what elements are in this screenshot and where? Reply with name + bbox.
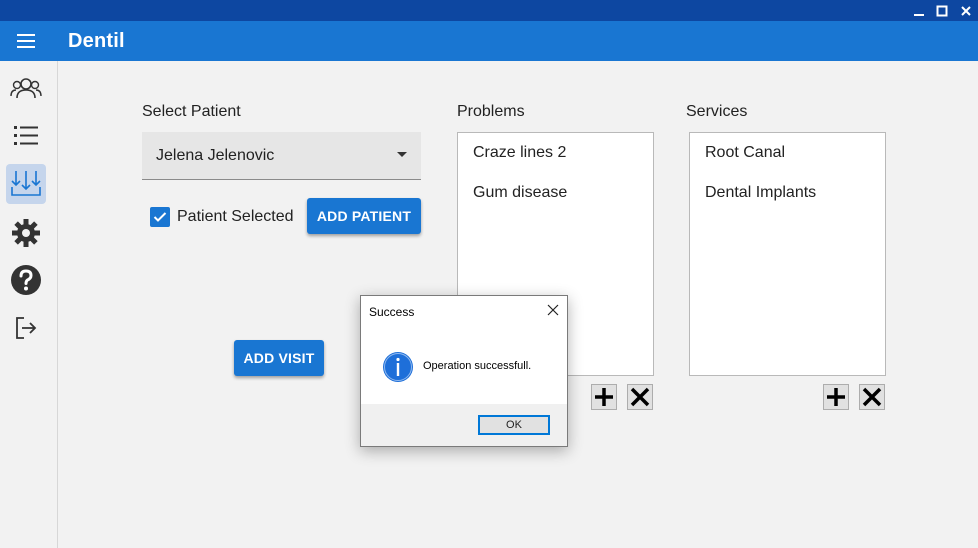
list-item[interactable]: Dental Implants [705, 184, 816, 202]
add-service-button[interactable] [823, 384, 849, 410]
sidebar-item-settings[interactable] [6, 213, 46, 253]
dialog-title: Success [369, 305, 415, 319]
services-list[interactable]: Root Canal Dental Implants [689, 132, 886, 376]
services-label: Services [686, 103, 748, 120]
select-patient-label: Select Patient [142, 103, 241, 120]
app-bar: Dentil [0, 21, 978, 61]
close-x-icon [630, 387, 650, 407]
dialog-footer: OK [361, 404, 567, 446]
add-patient-button[interactable]: ADD PATIENT [307, 198, 421, 234]
patient-selected-label: Patient Selected [177, 208, 294, 225]
plus-icon [595, 388, 613, 406]
help-icon [11, 265, 41, 295]
close-icon[interactable] [953, 0, 978, 21]
close-icon[interactable] [545, 302, 561, 318]
list-item[interactable]: Gum disease [473, 184, 567, 202]
sidebar-item-visits[interactable] [6, 164, 46, 204]
patient-select-value: Jelena Jelenovic [156, 147, 275, 164]
download-tray-icon [11, 171, 41, 196]
list-item[interactable]: Root Canal [705, 144, 785, 162]
list-icon [14, 126, 38, 145]
ok-button[interactable]: OK [478, 415, 550, 435]
patient-select[interactable]: Jelena Jelenovic [142, 132, 421, 180]
sidebar-item-logout[interactable] [6, 308, 46, 348]
add-visit-button[interactable]: ADD VISIT [234, 340, 324, 376]
gear-icon [12, 219, 40, 247]
sidebar-item-patients[interactable] [6, 69, 46, 109]
chevron-down-icon [397, 152, 407, 157]
remove-service-button[interactable] [859, 384, 885, 410]
add-problem-button[interactable] [591, 384, 617, 410]
dialog-message: Operation successfull. [423, 360, 532, 372]
problems-label: Problems [457, 103, 525, 120]
sidebar-item-help[interactable] [6, 260, 46, 300]
app-title: Dentil [68, 30, 125, 52]
success-dialog: Success Operation successfull. OK [360, 295, 568, 447]
patients-icon [10, 78, 42, 99]
logout-icon [16, 317, 37, 339]
sidebar-item-list[interactable] [6, 116, 46, 156]
list-item[interactable]: Craze lines 2 [473, 144, 566, 162]
window-titlebar [0, 0, 978, 21]
hamburger-menu-icon[interactable] [10, 27, 42, 55]
sidebar [0, 61, 58, 548]
info-icon [383, 352, 413, 382]
remove-problem-button[interactable] [627, 384, 653, 410]
checkmark-icon [153, 212, 167, 222]
patient-selected-checkbox[interactable] [150, 207, 170, 227]
maximize-icon[interactable] [929, 0, 955, 21]
plus-icon [827, 388, 845, 406]
close-x-icon [862, 387, 882, 407]
